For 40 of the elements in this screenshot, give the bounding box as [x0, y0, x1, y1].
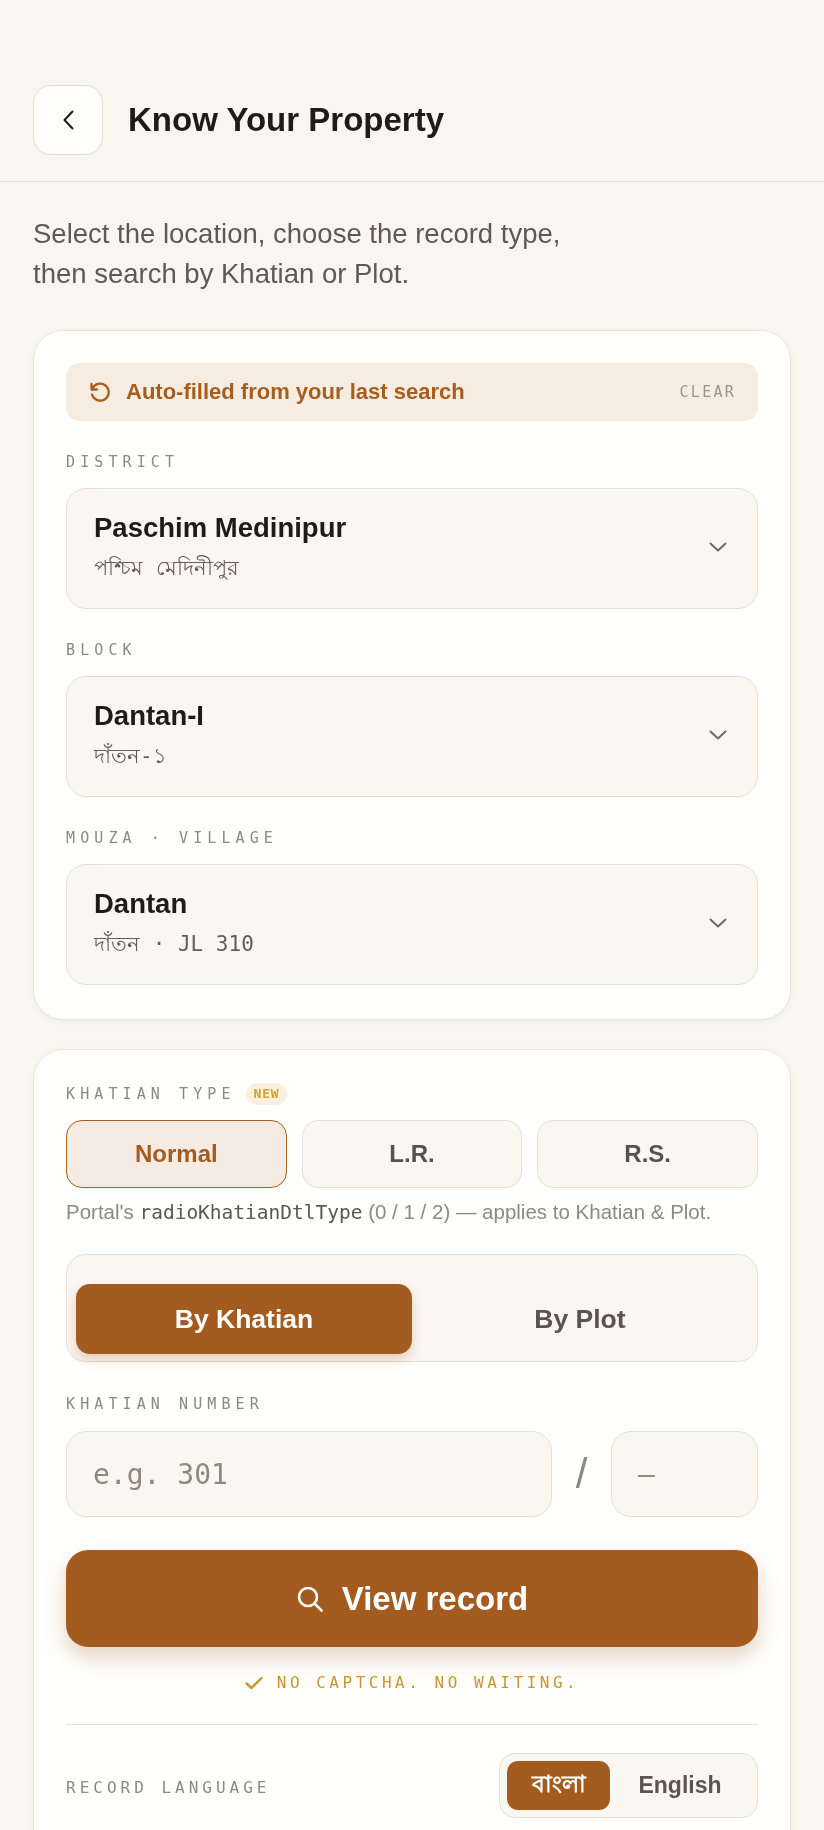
dropdown-subtitle: পশ্চিম মেদিনীপুর	[94, 554, 239, 582]
language-option[interactable]: বাংলা	[507, 1761, 610, 1810]
new-badge: NEW	[245, 1083, 288, 1105]
search-mode-tab[interactable]: By Khatian	[76, 1284, 412, 1354]
refresh-icon	[88, 380, 112, 404]
dropdown-subtitle: দাঁতন-১	[94, 742, 167, 770]
view-record-button[interactable]: View record	[66, 1550, 758, 1647]
input-field[interactable]: e.g. 301	[66, 1431, 552, 1517]
dropdown-field[interactable]: Dantan দাঁতন · JL 310	[66, 864, 758, 985]
back-button[interactable]	[33, 85, 103, 155]
dropdown-subtitle: দাঁতন · JL 310	[94, 930, 254, 958]
field-label: MOUZA · VILLAGE	[66, 828, 279, 848]
back-chevron-icon	[62, 110, 74, 130]
search-icon	[295, 1584, 324, 1613]
check-icon	[244, 1676, 263, 1690]
slash-separator: /	[574, 1450, 589, 1498]
field-label: DISTRICT	[66, 452, 181, 472]
khatian-type-option[interactable]: L.R.	[301, 1120, 523, 1188]
chevron-down-icon	[709, 542, 727, 552]
field-label: BLOCK	[66, 640, 138, 660]
intro-text: Select the location, choose the record type, then search by Khatian or Plot.	[33, 217, 562, 291]
dropdown-value: Paschim Medinipur	[94, 512, 347, 544]
dropdown-field[interactable]: Paschim Medinipur পশ্চিম মেদিনীপুর	[66, 488, 758, 609]
dropdown-value: Dantan	[94, 888, 188, 920]
assurance-text: NO CAPTCHA. NO WAITING.	[276, 1672, 580, 1694]
dropdown-field[interactable]: Dantan-I দাঁতন-১	[66, 676, 758, 797]
khatian-type-option[interactable]: Normal	[66, 1120, 287, 1188]
dropdown-value: Dantan-I	[94, 700, 204, 732]
field-label: RECORD LANGUAGE	[66, 1777, 271, 1798]
field-label: KHATIAN TYPE	[66, 1084, 236, 1104]
chevron-down-icon	[709, 730, 727, 740]
khatian-type-option[interactable]: R.S.	[537, 1120, 758, 1188]
page-title: Know Your Property	[128, 101, 444, 139]
autofill-message: Auto-filled from your last search	[126, 379, 466, 405]
field-label: KHATIAN NUMBER	[66, 1394, 265, 1414]
chevron-down-icon	[709, 918, 727, 928]
language-option[interactable]: English	[610, 1761, 750, 1810]
type-note: Portal's radioKhatianDtlType (0 / 1 / 2) — applies to Khatian & Plot.	[66, 1200, 713, 1225]
input-field[interactable]: —	[611, 1431, 758, 1517]
search-mode-tab[interactable]: By Plot	[412, 1284, 748, 1354]
